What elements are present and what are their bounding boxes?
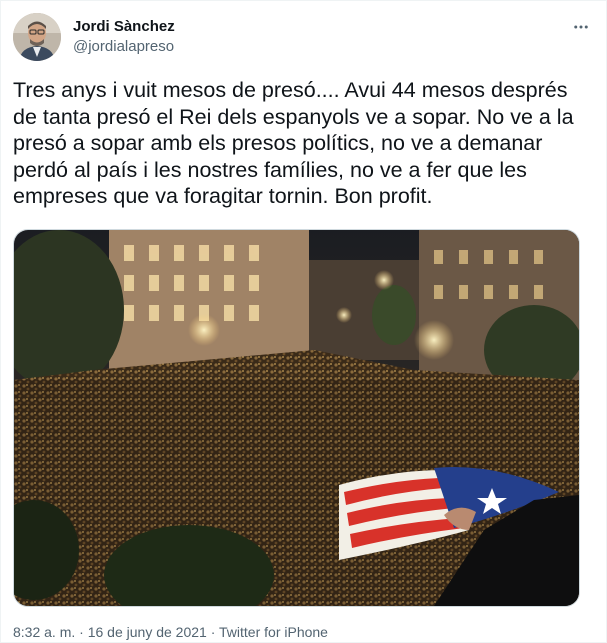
more-dots-icon[interactable]	[568, 17, 594, 37]
tweet-card: Jordi Sànchez @jordialapreso Tres anys i…	[0, 0, 607, 643]
author-name[interactable]: Jordi Sànchez	[73, 17, 175, 37]
tweet-meta: 8:32 a. m. · 16 de juny de 2021 · Twitte…	[13, 623, 328, 641]
meta-separator-2: ·	[210, 624, 216, 640]
tweet-photo[interactable]	[13, 229, 580, 607]
tweet-date[interactable]: 16 de juny de 2021	[88, 624, 207, 640]
author-info: Jordi Sànchez @jordialapreso	[73, 17, 175, 57]
tweet-header: Jordi Sànchez @jordialapreso	[13, 13, 594, 63]
avatar[interactable]	[13, 13, 61, 61]
tweet-text: Tres anys i vuit mesos de presó.... Avui…	[13, 78, 574, 208]
crowd-photo-image	[14, 230, 579, 606]
tweet-time[interactable]: 8:32 a. m.	[13, 624, 75, 640]
author-handle[interactable]: @jordialapreso	[73, 37, 175, 57]
tweet-source[interactable]: Twitter for iPhone	[219, 624, 328, 640]
meta-separator: ·	[79, 624, 84, 640]
